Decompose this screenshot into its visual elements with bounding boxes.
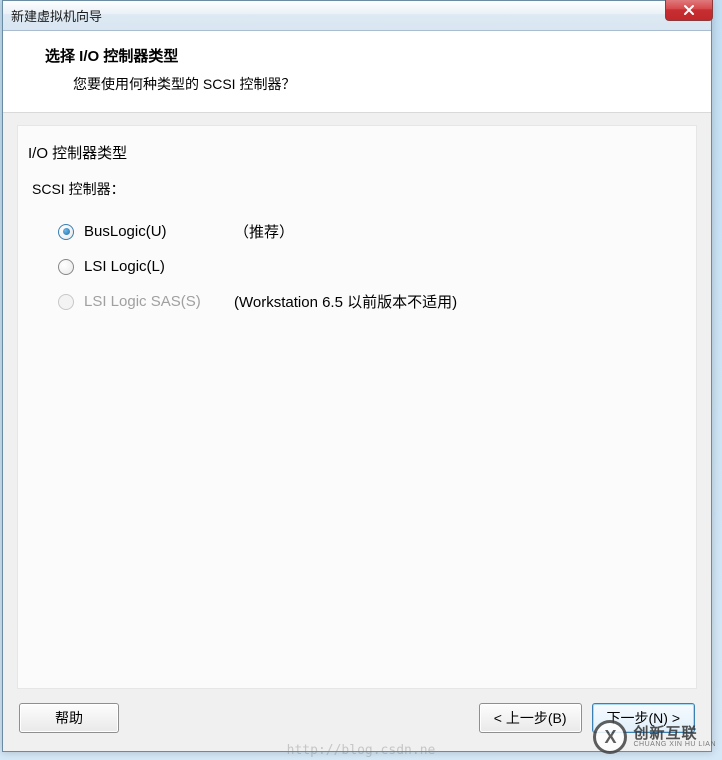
next-button[interactable]: 下一步(N) >	[592, 703, 696, 733]
radio-note: (Workstation 6.5 以前版本不适用)	[234, 291, 457, 312]
radio-option-buslogic[interactable]: BusLogic(U) （推荐）	[28, 213, 686, 250]
wizard-footer: 帮助 < 上一步(B) 下一步(N) >	[3, 689, 711, 751]
titlebar: 新建虚拟机向导	[3, 1, 711, 31]
radio-label: LSI Logic SAS(S)	[84, 293, 214, 310]
wizard-header: 选择 I/O 控制器类型 您要使用何种类型的 SCSI 控制器？	[3, 31, 711, 113]
wizard-window: 新建虚拟机向导 选择 I/O 控制器类型 您要使用何种类型的 SCSI 控制器？…	[2, 0, 712, 752]
section-label: I/O 控制器类型	[28, 142, 686, 163]
radio-icon	[58, 224, 74, 240]
radio-note: （推荐）	[234, 221, 294, 242]
radio-option-lsilogic-sas: LSI Logic SAS(S) (Workstation 6.5 以前版本不适…	[28, 283, 686, 320]
help-button[interactable]: 帮助	[19, 703, 119, 733]
radio-icon	[58, 294, 74, 310]
back-button[interactable]: < 上一步(B)	[479, 703, 582, 733]
radio-icon	[58, 259, 74, 275]
radio-label: LSI Logic(L)	[84, 258, 214, 275]
radio-option-lsilogic[interactable]: LSI Logic(L)	[28, 250, 686, 283]
header-title: 选择 I/O 控制器类型	[45, 45, 687, 66]
radio-label: BusLogic(U)	[84, 223, 214, 240]
close-button[interactable]	[665, 0, 713, 21]
group-label: SCSI 控制器：	[28, 179, 686, 199]
close-icon	[683, 4, 695, 16]
header-subtitle: 您要使用何种类型的 SCSI 控制器？	[45, 74, 687, 94]
content-area: I/O 控制器类型 SCSI 控制器： BusLogic(U) （推荐） LSI…	[17, 125, 697, 689]
window-title: 新建虚拟机向导	[11, 6, 102, 25]
